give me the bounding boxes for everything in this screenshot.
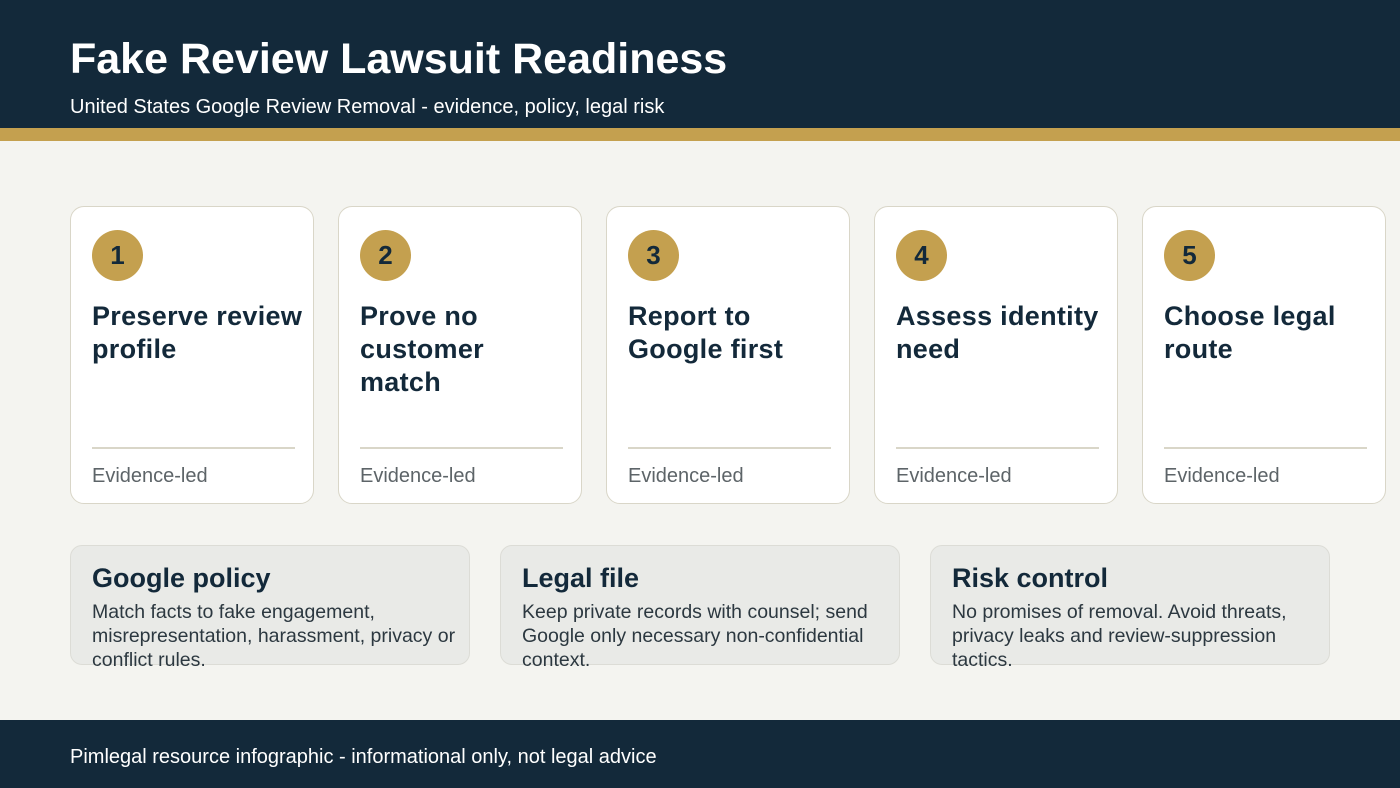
step-number-badge: 1 — [92, 230, 143, 281]
step-divider — [628, 447, 831, 449]
step-number-badge: 2 — [360, 230, 411, 281]
step-card-2: 2 Prove no customer match Evidence-led — [338, 206, 582, 504]
step-tag: Evidence-led — [1164, 465, 1280, 487]
step-title: Report to Google first — [628, 301, 784, 364]
step-divider — [1164, 447, 1367, 449]
step-number-badge: 4 — [896, 230, 947, 281]
step-title: Prove no customer match — [360, 301, 484, 397]
info-card-legal-file: Legal file Keep private records with cou… — [500, 545, 900, 671]
header-banner: Fake Review Lawsuit Readiness United Sta… — [0, 0, 1400, 128]
footer-disclaimer: Pimlegal resource infographic - informat… — [70, 746, 657, 768]
step-title: Assess identity need — [896, 301, 1099, 364]
step-divider — [360, 447, 563, 449]
info-card-text: Match facts to fake engagement, misrepre… — [92, 601, 456, 671]
page-subtitle: United States Google Review Removal - ev… — [70, 96, 665, 118]
info-card-google-policy: Google policy Match facts to fake engage… — [70, 545, 470, 671]
step-card-3: 3 Report to Google first Evidence-led — [606, 206, 850, 504]
step-tag: Evidence-led — [92, 465, 208, 487]
step-title: Preserve review profile — [92, 301, 303, 364]
step-tag: Evidence-led — [628, 465, 744, 487]
info-card-text: Keep private records with counsel; send … — [522, 601, 868, 671]
step-tag: Evidence-led — [896, 465, 1012, 487]
page-title: Fake Review Lawsuit Readiness — [70, 35, 728, 83]
info-card-title: Legal file — [522, 563, 640, 593]
step-title: Choose legal route — [1164, 301, 1336, 364]
info-card-risk-control: Risk control No promises of removal. Avo… — [930, 545, 1330, 671]
info-card-title: Google policy — [92, 563, 271, 593]
step-number-badge: 5 — [1164, 230, 1215, 281]
step-divider — [92, 447, 295, 449]
info-card-title: Risk control — [952, 563, 1109, 593]
step-tag: Evidence-led — [360, 465, 476, 487]
step-card-5: 5 Choose legal route Evidence-led — [1142, 206, 1386, 504]
accent-divider — [0, 128, 1400, 141]
info-card-text: No promises of removal. Avoid threats, p… — [952, 601, 1287, 671]
step-card-4: 4 Assess identity need Evidence-led — [874, 206, 1118, 504]
step-divider — [896, 447, 1099, 449]
step-number-badge: 3 — [628, 230, 679, 281]
footer-banner: Pimlegal resource infographic - informat… — [0, 720, 1400, 788]
step-card-1: 1 Preserve review profile Evidence-led — [70, 206, 314, 504]
